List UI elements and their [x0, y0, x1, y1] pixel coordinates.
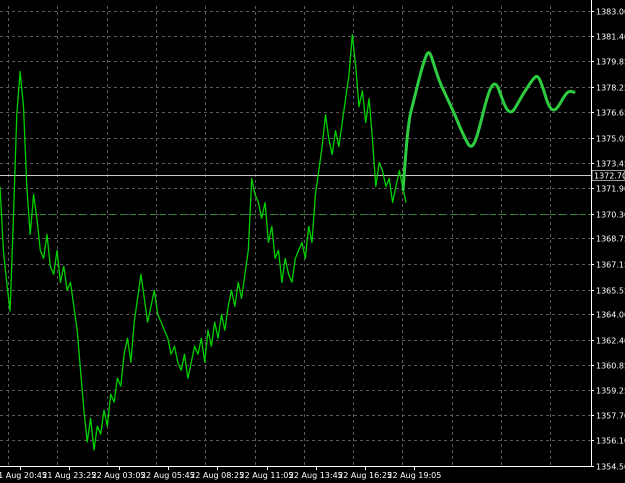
y-tick-label: 1368.75	[596, 235, 625, 244]
y-tick-label: 1354.50	[596, 463, 625, 472]
y-tick-label: 1357.70	[596, 412, 625, 421]
chart: 1383.00 1381.40 1379.85 1378.25 1376.65 1375.…	[0, 0, 625, 483]
y-tick-label: 1371.90	[596, 185, 625, 194]
x-tick-label: 22 Aug 19:05	[387, 471, 441, 480]
y-tick-label: 1378.25	[596, 84, 625, 93]
current-price-label: 1372.70	[594, 172, 625, 181]
x-tick-label: 22 Aug 08:25	[190, 471, 244, 480]
x-tick-label: 22 Aug 11:05	[240, 471, 294, 480]
y-tick-label: 1362.40	[596, 337, 625, 346]
x-tick-label: 21 Aug 20:45	[0, 471, 47, 480]
x-tick-label: 22 Aug 16:25	[338, 471, 392, 480]
y-tick-label: 1375.05	[596, 135, 625, 144]
y-tick-label: 1370.30	[596, 211, 625, 220]
y-tick-label: 1381.40	[596, 33, 625, 42]
y-tick-label: 1376.65	[596, 109, 625, 118]
y-tick-label: 1360.85	[596, 362, 625, 371]
y-tick-label: 1365.55	[596, 287, 625, 296]
x-tick-label: 22 Aug 03:05	[92, 471, 146, 480]
y-tick-label: 1359.25	[596, 387, 625, 396]
y-tick-label: 1383.00	[596, 8, 625, 17]
y-tick-label: 1356.10	[596, 437, 625, 446]
y-tick-label: 1364.00	[596, 311, 625, 320]
y-tick-label: 1373.45	[596, 160, 625, 169]
x-tick-label: 22 Aug 05:45	[141, 471, 195, 480]
y-tick-label: 1379.85	[596, 58, 625, 67]
chart-svg: 1383.00 1381.40 1379.85 1378.25 1376.65 1375.…	[0, 0, 625, 483]
y-tick-label: 1367.15	[596, 261, 625, 270]
x-tick-label: 21 Aug 23:25	[42, 471, 96, 480]
x-tick-label: 22 Aug 13:45	[289, 471, 343, 480]
